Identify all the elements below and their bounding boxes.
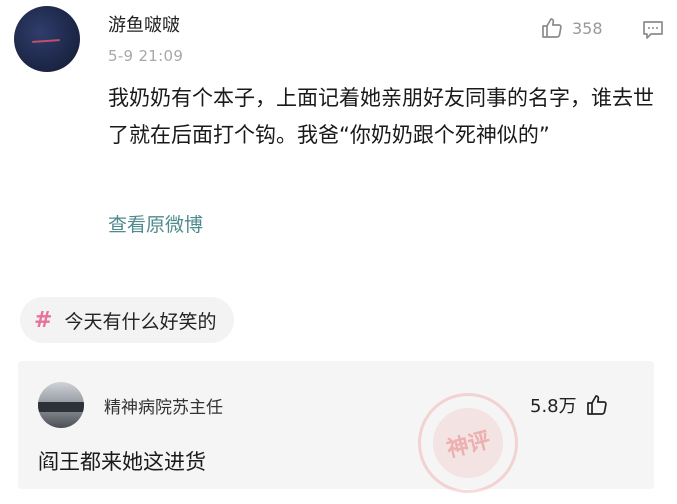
reply-text: 阎王都来她这进货	[38, 450, 206, 474]
thumbs-up-icon	[542, 18, 562, 38]
comment-timestamp: 5-9 21:09	[108, 47, 184, 65]
comment-icon[interactable]	[642, 20, 664, 40]
reply-like-button[interactable]: 5.8万	[530, 392, 609, 418]
comment-username[interactable]: 游鱼啵啵	[108, 11, 180, 37]
reply-like-count: 5.8万	[530, 396, 577, 417]
comment-text: 我奶奶有个本子，上面记着她亲朋好友同事的名字，谁去世了就在后面打个钩。我爸“你奶…	[108, 86, 654, 147]
view-original-link[interactable]: 查看原微博	[108, 210, 203, 237]
topic-label: 今天有什么好笑的	[64, 310, 217, 333]
comment-like-button[interactable]: 358	[540, 16, 603, 40]
thumbs-up-icon	[586, 395, 607, 415]
avatar[interactable]	[14, 6, 80, 72]
hashtag-icon: #	[34, 307, 53, 333]
comment-like-count: 358	[572, 18, 603, 38]
reply-username[interactable]: 精神病院苏主任	[104, 393, 223, 418]
topic-tag[interactable]: # 今天有什么好笑的	[20, 297, 235, 343]
watermark-text: 神评	[425, 400, 511, 486]
reply-avatar[interactable]	[38, 382, 84, 428]
